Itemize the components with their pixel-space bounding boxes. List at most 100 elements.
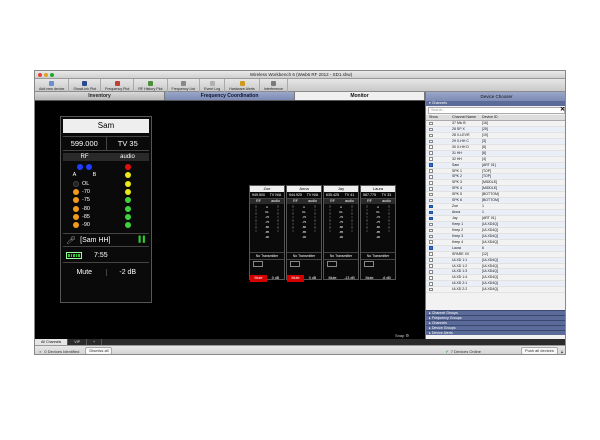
mini-frequency-row: 635.425 TV 41 xyxy=(324,192,358,199)
show-checkbox[interactable] xyxy=(429,287,433,292)
col-show[interactable]: Show xyxy=(426,115,452,120)
channel-name: Sam xyxy=(452,162,460,167)
show-checkbox[interactable] xyxy=(429,175,433,179)
close-window-icon[interactable] xyxy=(38,73,42,77)
mini-gain-value[interactable]: 0 dB xyxy=(267,275,284,282)
mini-gain-value[interactable]: -13 dB xyxy=(341,275,358,282)
transmitter-name: [Sam HH] xyxy=(80,236,111,244)
device-id: [ART 01] xyxy=(482,162,496,167)
mini-gain-value[interactable]: -6 dB xyxy=(378,275,395,282)
show-checkbox[interactable] xyxy=(429,228,433,233)
mini-meters: A OL -70 -75 -80 -85 -90 xyxy=(287,204,321,250)
mini-audio-header: audio xyxy=(345,199,354,203)
channel-name: Keep 4 xyxy=(452,239,464,244)
show-checkbox[interactable] xyxy=(429,252,433,256)
toolbar-button-add-new-device[interactable]: Add new device xyxy=(35,79,70,92)
show-checkbox[interactable] xyxy=(429,163,433,167)
mini-tv-channel: TV 41 xyxy=(344,193,355,197)
audio-clip-dot xyxy=(124,164,131,171)
show-checkbox[interactable] xyxy=(429,270,433,274)
clear-search-icon[interactable]: ✕ xyxy=(560,107,565,113)
show-checkbox[interactable] xyxy=(429,187,433,191)
search-input[interactable]: Search... ✕ xyxy=(428,107,565,114)
show-checkbox[interactable] xyxy=(429,222,433,227)
show-checkbox[interactable] xyxy=(429,204,433,209)
show-checkbox[interactable] xyxy=(429,121,433,126)
devices-identified: 0 Devices Identified xyxy=(44,348,80,354)
show-checkbox[interactable] xyxy=(429,127,433,132)
show-checkbox[interactable] xyxy=(429,264,433,268)
show-checkbox[interactable] xyxy=(429,198,433,203)
dismiss-all-button[interactable]: Dismiss all xyxy=(85,347,113,354)
show-checkbox[interactable] xyxy=(429,157,433,161)
tab-monitor[interactable]: Monitor xyxy=(295,92,425,100)
toolbar-button-rf-history-plot[interactable]: RF History Plot xyxy=(134,79,168,92)
title-bar: Wireless Workbench 6 (Wwb6 RF 2012 - SD1… xyxy=(35,71,565,79)
col-device-id[interactable]: Device ID xyxy=(482,115,565,120)
show-checkbox[interactable] xyxy=(429,181,433,185)
mini-device-panel-anna[interactable]: Anna 944.925 TV N/A RF audio A OL -70 -75 -80 -85-… xyxy=(286,185,322,282)
show-checkbox[interactable] xyxy=(429,258,433,262)
show-checkbox[interactable] xyxy=(429,192,433,197)
channel-row[interactable]: ULXD 2:2 [ULXD4Q] xyxy=(426,287,565,294)
show-checkbox[interactable] xyxy=(429,210,433,215)
toolbar-button-frequency-plot[interactable]: Frequency Plot xyxy=(101,79,135,92)
show-checkbox[interactable] xyxy=(429,145,433,149)
mini-device-panel-jay[interactable]: Jay 635.425 TV 41 RF audio A OL -70 -75 -80 -85 -90… xyxy=(323,185,359,280)
toolbar-button-event-log[interactable]: Event Log xyxy=(200,79,226,92)
toolbar-button-hardware-alerts[interactable]: Hardware Alerts xyxy=(225,79,260,92)
audio-dot xyxy=(124,205,131,212)
antenna-a-label: A xyxy=(72,172,77,179)
toolbar-button-showlink-plot[interactable]: ShowLink Plot xyxy=(69,79,102,92)
mini-gain-value[interactable]: 0 dB xyxy=(304,275,321,282)
show-checkbox[interactable] xyxy=(429,246,433,250)
mute-button[interactable]: Mute xyxy=(63,268,107,276)
show-checkbox[interactable] xyxy=(429,240,433,244)
mini-audio-meter xyxy=(310,205,320,249)
show-checkbox[interactable] xyxy=(429,276,433,280)
channels-section-header[interactable]: ▾ Channels xyxy=(426,101,565,106)
mini-mute-button[interactable]: Mute xyxy=(250,275,267,282)
mini-a-label: A xyxy=(266,205,269,209)
device-id: 6 xyxy=(482,245,484,250)
device-id: [MIDDLE] xyxy=(482,180,498,185)
mini-mute-button[interactable]: Mute xyxy=(324,275,341,282)
section-label: Channels xyxy=(431,321,447,325)
rf-level-label: -80 xyxy=(82,205,90,212)
show-checkbox[interactable] xyxy=(429,133,433,138)
mini-rf-meter xyxy=(251,205,261,249)
mini-mute-button[interactable]: Mute xyxy=(287,275,304,282)
col-channel-name[interactable]: Channel Name xyxy=(452,115,482,120)
show-checkbox[interactable] xyxy=(429,139,433,144)
tab-inventory[interactable]: Inventory xyxy=(35,92,165,100)
mini-mute-button[interactable]: Mute xyxy=(361,275,378,282)
mini-mute-row: Mute -13 dB xyxy=(324,275,358,282)
push-all-devices-button[interactable]: Push all devices xyxy=(520,347,558,354)
toolbar-button-frequency-list[interactable]: Frequency List xyxy=(168,79,201,92)
mini-meters: A OL -70 -75 -80 -85 -90 xyxy=(324,204,358,250)
gain-value[interactable]: -2 dB xyxy=(107,269,150,276)
snap-toggle[interactable]: Snap ⚙ xyxy=(395,333,409,338)
app-window: Wireless Workbench 6 (Wwb6 RF 2012 - SD1… xyxy=(34,70,566,355)
device-panel-sam[interactable]: Sam 599.000 TV 35 RF audio A B OL -70 -7… xyxy=(60,116,152,303)
mini-device-panel-zoe[interactable]: Zoe 949.500 TV N/A RF audio A OL -70 -75 -80 -85 -9… xyxy=(249,185,285,282)
minimize-window-icon[interactable] xyxy=(44,73,48,77)
tab-frequency-coordination[interactable]: Frequency Coordination xyxy=(165,92,295,100)
show-checkbox[interactable] xyxy=(429,151,433,155)
mini-no-transmitter: No Transmitter xyxy=(250,252,284,260)
device-id: [ULXD4Q] xyxy=(482,269,498,274)
show-checkbox[interactable] xyxy=(429,216,433,221)
frequency-list-icon xyxy=(180,80,186,86)
show-checkbox[interactable] xyxy=(429,282,433,286)
gear-icon[interactable]: ⚙ xyxy=(405,333,409,338)
show-checkbox[interactable] xyxy=(429,234,433,239)
mini-level-label: -90 xyxy=(375,235,381,239)
antenna-b-indicator xyxy=(86,164,92,171)
section-device-alerts[interactable]: ▸ Device Alerts xyxy=(426,330,565,335)
toolbar-button-label: Frequency Plot xyxy=(105,86,130,91)
mini-device-panel-laura[interactable]: Laura 587.775 TV 33 RF audio A OL -70 -75 -80 -85-… xyxy=(360,185,396,280)
show-checkbox[interactable] xyxy=(429,169,433,173)
zoom-window-icon[interactable] xyxy=(50,73,54,77)
toolbar-button-interference[interactable]: Interference xyxy=(260,79,289,92)
lock-icon[interactable]: 🔒︎ xyxy=(561,349,563,354)
